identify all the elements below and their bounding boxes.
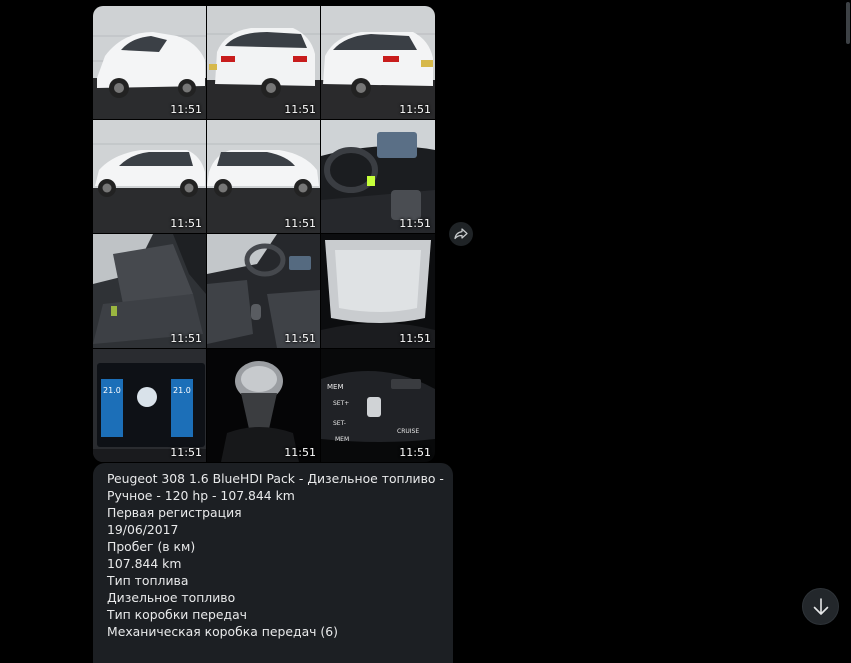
photo-time: 11:51 [170, 217, 202, 230]
message-line: Дизельное топливо [107, 590, 236, 605]
message-line: 19/06/2017 [107, 522, 179, 537]
svg-text:21.0: 21.0 [103, 386, 121, 395]
photo-rear-seats[interactable]: 11:51 [93, 234, 206, 348]
photo-dashboard[interactable]: 11:51 [321, 120, 435, 233]
message-bubble: Peugeot 308 1.6 BlueHDI Pack - Дизельное… [93, 463, 453, 663]
photo-time: 11:51 [399, 103, 431, 116]
photo-time: 11:51 [284, 103, 316, 116]
photo-time: 11:51 [170, 446, 202, 459]
photo-cruise-control-stalk[interactable]: MEM SET+ SET- MEM CRUISE 11:51 [321, 349, 435, 462]
arrow-down-icon [813, 597, 828, 615]
photo-time: 11:51 [399, 332, 431, 345]
photo-time: 11:51 [170, 103, 202, 116]
photo-time: 11:51 [399, 217, 431, 230]
photo-car-side-left[interactable]: 11:51 [93, 120, 206, 233]
photo-car-rear[interactable]: 11:51 [207, 6, 320, 119]
photo-climate-display[interactable]: 21.0 21.0 11:51 [93, 349, 206, 462]
photo-time: 11:51 [284, 332, 316, 345]
photo-time: 11:51 [284, 446, 316, 459]
svg-text:SET+: SET+ [333, 400, 349, 407]
message-text: Peugeot 308 1.6 BlueHDI Pack - Дизельное… [107, 470, 444, 640]
photo-time: 11:51 [284, 217, 316, 230]
photo-car-side-right[interactable]: 11:51 [207, 120, 320, 233]
message-line: Тип коробки передач [107, 607, 247, 622]
message-line: 107.844 km [107, 556, 182, 571]
share-button[interactable] [449, 222, 473, 246]
message-line: Механическая коробка передач (6) [107, 624, 338, 639]
scroll-down-button[interactable] [802, 588, 839, 625]
scrollbar-thumb[interactable] [846, 2, 850, 44]
photo-gear-knob[interactable]: 11:51 [207, 349, 320, 462]
photo-panoramic-roof[interactable]: 11:51 [321, 234, 435, 348]
svg-text:MEM: MEM [327, 383, 344, 391]
message-line: Ручное - 120 hp - 107.844 km [107, 488, 295, 503]
message-line: Peugeot 308 1.6 BlueHDI Pack - Дизельное… [107, 471, 444, 486]
svg-text:SET-: SET- [333, 420, 346, 427]
scrollbar[interactable] [845, 0, 851, 639]
photo-album: 11:51 11:51 11:51 11:51 11:51 11:51 11:5… [93, 6, 435, 462]
svg-text:CRUISE: CRUISE [397, 428, 419, 435]
svg-text:21.0: 21.0 [173, 386, 191, 395]
message-line: Первая регистрация [107, 505, 242, 520]
svg-text:MEM: MEM [335, 436, 349, 443]
photo-time: 11:51 [399, 446, 431, 459]
photo-car-front-left[interactable]: 11:51 [93, 6, 206, 119]
message-line: Тип топлива [107, 573, 189, 588]
message-line: Пробег (в км) [107, 539, 196, 554]
photo-time: 11:51 [170, 332, 202, 345]
photo-front-interior[interactable]: 11:51 [207, 234, 320, 348]
photo-car-rear-right[interactable]: 11:51 [321, 6, 435, 119]
share-arrow-icon [454, 228, 468, 240]
chat-view: 11:51 11:51 11:51 11:51 11:51 11:51 11:5… [0, 0, 851, 663]
